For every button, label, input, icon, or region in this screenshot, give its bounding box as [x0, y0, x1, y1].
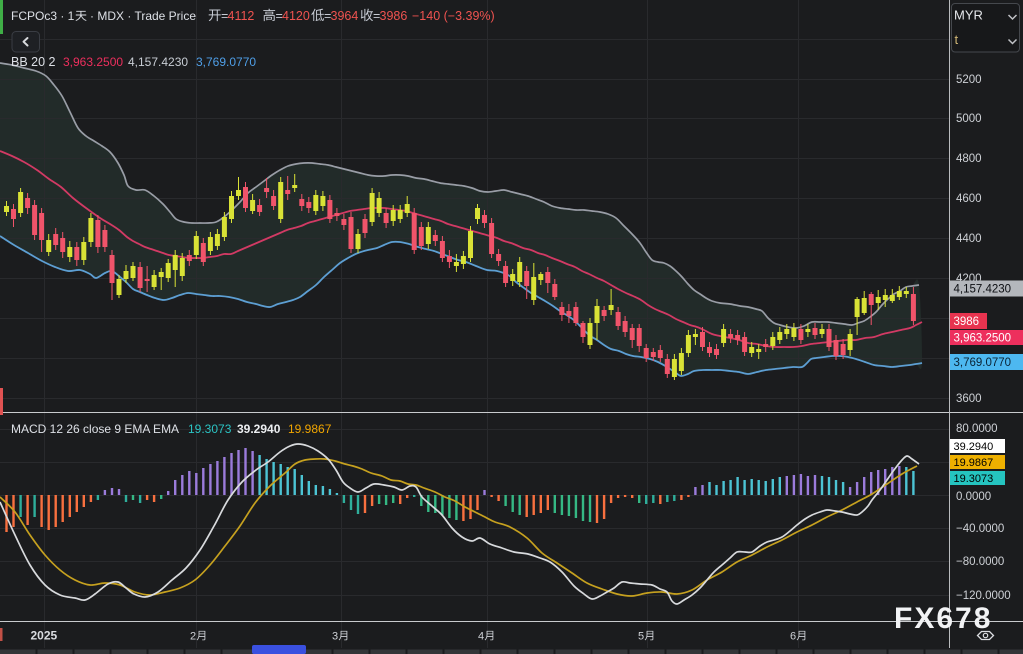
- svg-text:3964: 3964: [331, 9, 359, 23]
- svg-text:39.2940: 39.2940: [237, 422, 281, 436]
- svg-text:2025: 2025: [31, 629, 58, 643]
- svg-text:0.0000: 0.0000: [956, 491, 991, 503]
- svg-text:BB 20 2: BB 20 2: [11, 55, 56, 69]
- svg-text:· MDX · Trade Price: · MDX · Trade Price: [90, 9, 196, 23]
- svg-text:3: 3: [332, 631, 338, 643]
- svg-text:4120: 4120: [282, 9, 310, 23]
- svg-text:4,157.4230: 4,157.4230: [954, 284, 1012, 296]
- svg-text:4,157.4230: 4,157.4230: [128, 55, 188, 69]
- svg-text:3986: 3986: [380, 9, 408, 23]
- svg-text:19.9867: 19.9867: [954, 457, 994, 469]
- svg-text:FX678: FX678: [894, 602, 992, 635]
- svg-text:4800: 4800: [956, 153, 982, 165]
- svg-text:5: 5: [638, 631, 644, 643]
- svg-text:4: 4: [478, 631, 484, 643]
- svg-text:−140 (−3.39%): −140 (−3.39%): [412, 9, 495, 23]
- svg-text:3600: 3600: [956, 393, 982, 405]
- svg-text:39.2940: 39.2940: [954, 441, 994, 453]
- svg-text:2: 2: [190, 631, 196, 643]
- svg-text:19.3073: 19.3073: [188, 422, 232, 436]
- svg-text:3,769.0770: 3,769.0770: [954, 357, 1012, 369]
- svg-text:3986: 3986: [954, 316, 980, 328]
- svg-text:80.0000: 80.0000: [956, 423, 998, 435]
- svg-text:6: 6: [790, 631, 796, 643]
- svg-text:5200: 5200: [956, 74, 982, 86]
- svg-text:3,963.2500: 3,963.2500: [954, 333, 1012, 345]
- svg-text:−120.0000: −120.0000: [956, 590, 1011, 602]
- svg-text:t: t: [955, 32, 959, 47]
- svg-text:MACD 12 26 close 9 EMA EMA: MACD 12 26 close 9 EMA EMA: [11, 422, 179, 436]
- svg-text:19.9867: 19.9867: [288, 422, 332, 436]
- svg-text:3,769.0770: 3,769.0770: [196, 55, 256, 69]
- svg-text:−80.0000: −80.0000: [956, 556, 1004, 568]
- svg-text:4112: 4112: [228, 9, 255, 23]
- svg-text:FCPOc3 · 1: FCPOc3 · 1: [11, 9, 75, 23]
- svg-text:5000: 5000: [956, 113, 982, 125]
- svg-text:3,963.2500: 3,963.2500: [63, 55, 123, 69]
- svg-text:19.3073: 19.3073: [954, 473, 994, 485]
- svg-text:4400: 4400: [956, 233, 982, 245]
- svg-text:MYR: MYR: [954, 8, 983, 23]
- svg-text:−40.0000: −40.0000: [956, 523, 1004, 535]
- svg-text:4600: 4600: [956, 193, 982, 205]
